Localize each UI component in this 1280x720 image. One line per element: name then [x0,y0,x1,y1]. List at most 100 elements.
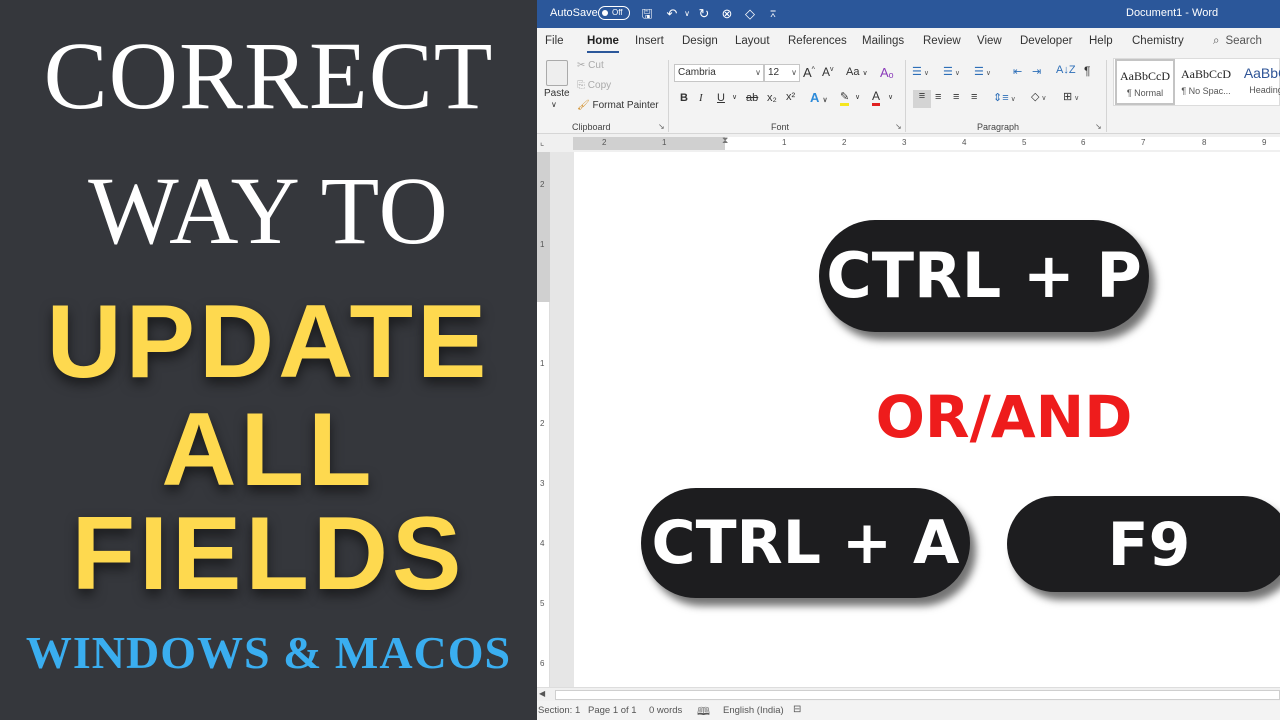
style-normal[interactable]: AaBbCcD ¶ Normal [1115,59,1175,105]
autosave-toggle[interactable]: Off [598,6,630,20]
cut-button[interactable]: ✂ Cut [577,60,604,71]
tab-chemistry[interactable]: Chemistry [1132,35,1184,47]
tab-view[interactable]: View [977,35,1002,47]
shrink-font-icon: A [822,65,831,79]
status-language[interactable]: English (India) [723,705,784,716]
justify-button[interactable]: ≡ [971,91,977,103]
undo-dropdown-icon[interactable]: ∨ [678,5,696,23]
paste-icon[interactable] [546,60,568,86]
italic-button[interactable]: I [699,92,703,104]
proofing-book-icon[interactable]: 🕮 [697,703,710,720]
tab-file[interactable]: File [545,35,564,47]
scroll-left-icon[interactable]: ◀ [539,689,545,698]
document-page[interactable]: CTRL + P OR/AND CTRL + A F9 [574,152,1280,687]
indent-marker-icon[interactable]: ⧗ [722,135,728,146]
line-spacing-button[interactable]: ⇕≡ ∨ [993,91,1016,104]
style-name: ¶ Normal [1126,88,1164,98]
text-effects-button[interactable]: A ∨ [810,90,828,105]
borders-button[interactable]: ⊞ ∨ [1063,90,1079,103]
tab-review[interactable]: Review [923,35,961,47]
paragraph-dialog-launcher-icon[interactable]: ↘ [1095,122,1102,131]
align-center-button[interactable]: ≡ [935,91,941,103]
status-words[interactable]: 0 words [649,705,682,716]
highlighter-icon: ✎ [840,91,850,103]
paragraph-group-label: Paragraph [977,122,1020,132]
tab-selector-icon[interactable]: ⌞ [540,137,544,148]
tab-references[interactable]: References [788,35,847,47]
strikethrough-button[interactable]: ab [746,92,758,104]
paste-button[interactable]: Paste [544,88,570,99]
save-icon[interactable]: 🖫 [638,5,656,23]
horizontal-scrollbar[interactable]: ◀ [537,687,1280,701]
numbering-button[interactable]: ☰ ∨ [943,65,960,78]
scissors-icon: ✂ [577,60,589,71]
ruler-number: 2 [540,180,545,189]
search-box[interactable]: ⌕ Search [1213,35,1262,48]
cancel-icon[interactable]: ⊗ [718,5,736,23]
status-page[interactable]: Page 1 of 1 [588,705,637,716]
clipboard-dialog-launcher-icon[interactable]: ↘ [658,122,665,131]
clear-formatting-icon[interactable]: Aₒ [880,65,894,80]
font-color-dropdown-icon[interactable]: ∨ [888,93,893,101]
style-heading[interactable]: AaBbC Heading [1236,59,1280,105]
format-painter-button[interactable]: 🖌 Format Painter [577,100,659,111]
font-size-value: 12 [768,67,780,78]
style-sample: AaBbC [1243,65,1280,81]
show-marks-button[interactable]: ¶ [1084,64,1090,78]
text-effects-icon: A [810,90,819,105]
multilevel-list-button[interactable]: ☰ ∨ [974,65,991,78]
title-bar: AutoSave Off 🖫 ↶ ∨ ↻ ⊗ ◇ ⩞ Document1 - W… [537,0,1280,28]
align-right-button[interactable]: ≡ [953,91,959,103]
shortcut-key-ctrl-p: CTRL + P [819,220,1149,332]
bullets-button[interactable]: ☰ ∨ [912,65,929,78]
redo-icon[interactable]: ↻ [695,5,713,23]
change-case-icon: Aa [846,66,860,78]
bold-button[interactable]: B [680,92,688,104]
font-dialog-launcher-icon[interactable]: ↘ [895,122,902,131]
underline-button[interactable]: U [717,92,725,104]
tab-home[interactable]: Home [587,35,619,53]
promo-title-line-2: WAY TO [88,157,449,264]
font-name-select[interactable]: Cambria ∨ [674,64,764,82]
style-no-spacing[interactable]: AaBbCcD ¶ No Spac... [1176,59,1236,105]
shading-button[interactable]: ◇ ∨ [1031,90,1047,103]
word-window: AutoSave Off 🖫 ↶ ∨ ↻ ⊗ ◇ ⩞ Document1 - W… [537,0,1280,720]
sort-button[interactable]: A↓Z [1056,64,1076,76]
tab-design[interactable]: Design [682,35,718,47]
font-color-button[interactable]: A [872,89,881,106]
scrollbar-thumb[interactable] [555,690,1280,700]
horizontal-ruler[interactable]: ⌞ 2 1 ⧗ 1 2 3 4 5 6 7 8 9 [537,134,1280,152]
align-left-button[interactable]: ≡ [913,90,931,108]
autosave-state: Off [612,8,623,17]
format-painter-label: Format Painter [592,100,659,111]
tab-mailings[interactable]: Mailings [862,35,904,47]
copy-button[interactable]: ⎘ Copy [577,80,611,91]
superscript-button[interactable]: x² [786,91,795,103]
vertical-ruler[interactable]: 2 1 1 2 3 4 5 6 [537,152,550,687]
shrink-font-button[interactable]: Av [822,65,834,79]
tab-help[interactable]: Help [1089,35,1113,47]
underline-dropdown-icon[interactable]: ∨ [732,93,737,101]
grow-font-button[interactable]: A^ [803,65,815,80]
decrease-indent-button[interactable]: ⇤ [1013,65,1022,78]
group-divider [668,60,669,132]
increase-indent-button[interactable]: ⇥ [1032,65,1041,78]
paste-dropdown-icon[interactable]: ∨ [551,100,557,109]
highlight-dropdown-icon[interactable]: ∨ [855,93,860,101]
tab-insert[interactable]: Insert [635,35,664,47]
ruler-number: 6 [540,659,545,668]
highlight-color-button[interactable]: ✎ [840,90,850,106]
customize-qat-icon[interactable]: ⩞ [764,5,782,23]
eraser-icon[interactable]: ◇ [741,5,759,23]
tab-layout[interactable]: Layout [735,35,770,47]
status-section[interactable]: Section: 1 [538,705,580,716]
font-size-select[interactable]: 12 ∨ [764,64,800,82]
tab-developer[interactable]: Developer [1020,35,1072,47]
ruler-number: 2 [540,419,545,428]
change-case-button[interactable]: Aa ∨ [846,66,868,78]
ruler-top-margin [537,152,550,302]
search-label: Search [1225,35,1262,47]
font-group-label: Font [771,122,790,132]
subscript-button[interactable]: x₂ [767,92,777,104]
accessibility-icon[interactable]: ⊟ [793,704,801,715]
